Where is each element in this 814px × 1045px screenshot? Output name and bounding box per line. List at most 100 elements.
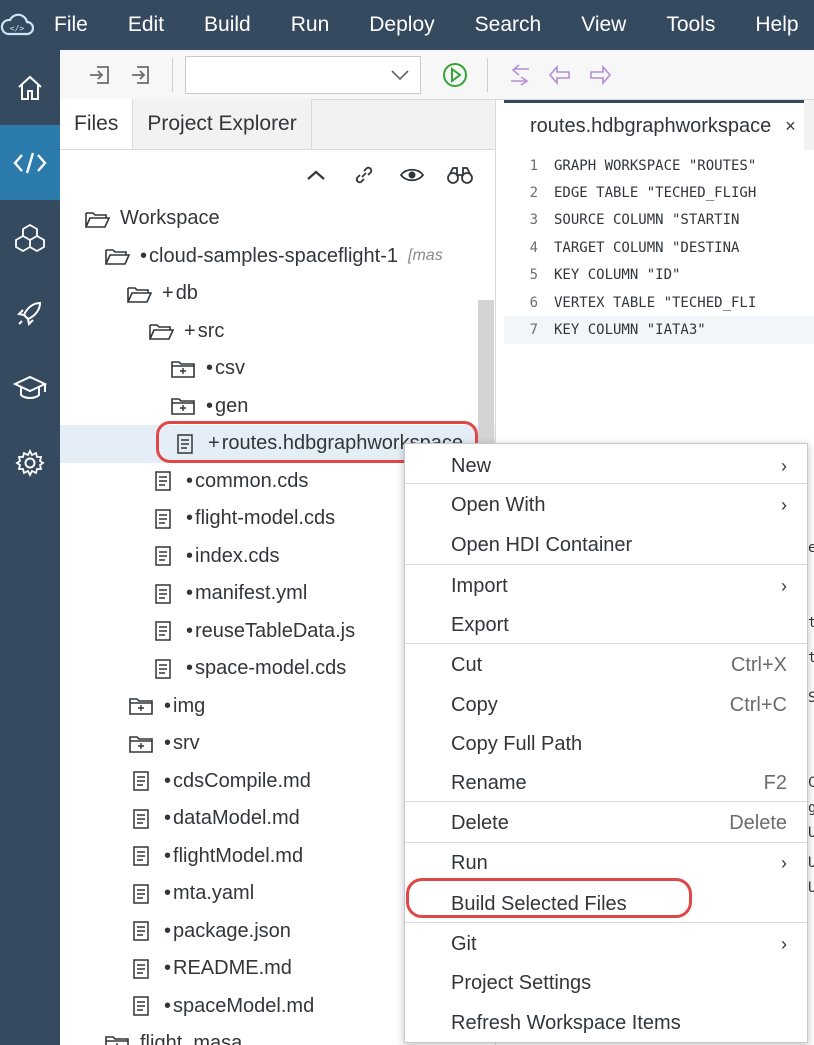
packages-icon[interactable] xyxy=(0,200,60,275)
menu-build[interactable]: Build xyxy=(184,0,271,50)
submenu-chevron-icon: › xyxy=(781,494,787,515)
line-number: 5 xyxy=(529,267,538,284)
tab-project-explorer[interactable]: Project Explorer xyxy=(133,99,312,149)
tree-item-label: flight_masa xyxy=(140,1032,243,1045)
git-status-marker: • xyxy=(164,732,172,755)
context-menu-item-git[interactable]: Git › xyxy=(405,924,807,964)
folder-closed-icon xyxy=(128,693,154,719)
context-menu-label: Refresh Workspace Items xyxy=(451,1011,681,1034)
tree-folder-item[interactable]: + src xyxy=(60,313,495,351)
navigate-forward-icon[interactable] xyxy=(580,55,620,95)
tree-item-label: cdsCompile.md xyxy=(173,769,311,792)
menu-help[interactable]: Help xyxy=(735,0,814,50)
git-status-marker: • xyxy=(164,694,172,717)
line-number: 3 xyxy=(529,212,538,229)
home-icon[interactable] xyxy=(0,50,60,125)
context-menu-label: Git xyxy=(451,932,477,955)
rocket-icon[interactable] xyxy=(0,275,60,350)
code-line: 4 TARGET COLUMN "DESTINA xyxy=(504,234,814,261)
learning-center-icon[interactable] xyxy=(0,350,60,425)
navigate-back-icon[interactable] xyxy=(540,55,580,95)
search-files-binoculars-icon[interactable] xyxy=(443,158,477,192)
git-status-marker: • xyxy=(186,507,194,530)
menu-view[interactable]: View xyxy=(561,0,646,50)
context-menu-item-new[interactable]: New › xyxy=(405,446,807,486)
folder-open-icon xyxy=(126,281,152,307)
editor-partial-text: g xyxy=(808,800,814,816)
menu-tools[interactable]: Tools xyxy=(646,0,735,50)
file-icon xyxy=(128,993,154,1019)
context-menu-item-project-settings[interactable]: Project Settings xyxy=(405,963,807,1003)
file-icon xyxy=(128,956,154,982)
git-status-marker: • xyxy=(164,807,172,830)
tree-folder-item[interactable]: • gen xyxy=(60,388,495,426)
menu-edit[interactable]: Edit xyxy=(108,0,184,50)
context-menu-item-rename[interactable]: Rename F2 xyxy=(405,763,807,803)
tree-folder-item[interactable]: • csv xyxy=(60,350,495,388)
git-status-marker: • xyxy=(164,769,172,792)
import-icon[interactable] xyxy=(80,55,120,95)
context-menu-item-import[interactable]: Import › xyxy=(405,566,807,606)
tree-item-label: common.cds xyxy=(195,469,309,492)
export-icon[interactable] xyxy=(120,55,160,95)
context-menu-item-refresh-workspace-items[interactable]: Refresh Workspace Items xyxy=(405,1003,807,1043)
context-menu-label: Open With xyxy=(451,493,546,516)
context-menu-item-export[interactable]: Export xyxy=(405,605,807,645)
line-number: 4 xyxy=(529,239,538,256)
menu-file[interactable]: File xyxy=(34,0,108,50)
line-number: 1 xyxy=(529,157,538,174)
menu-run[interactable]: Run xyxy=(271,0,350,50)
context-menu-label: Import xyxy=(451,574,508,597)
git-status-marker: • xyxy=(186,469,194,492)
cloud-code-logo-icon[interactable]: </> xyxy=(0,0,34,50)
context-menu-item-build-selected-files[interactable]: Build Selected Files xyxy=(405,884,807,924)
git-status-marker: + xyxy=(184,319,196,342)
editor-partial-text: t xyxy=(808,650,814,666)
run-configuration-select[interactable] xyxy=(185,55,421,94)
collapse-all-icon[interactable] xyxy=(299,158,333,192)
code-line: 5 KEY COLUMN "ID" xyxy=(504,262,814,289)
file-icon xyxy=(150,543,176,569)
folder-open-icon xyxy=(84,206,110,232)
context-menu-item-run[interactable]: Run › xyxy=(405,843,807,883)
toolbar-separator xyxy=(172,57,173,92)
tree-item-label: Workspace xyxy=(120,207,220,230)
close-tab-icon[interactable]: × xyxy=(785,116,796,137)
tree-folder-item[interactable]: Workspace xyxy=(60,200,495,238)
context-menu-item-cut[interactable]: Cut Ctrl+X xyxy=(405,645,807,685)
folder-closed-icon xyxy=(104,1031,130,1045)
tree-folder-item[interactable]: • cloud-samples-spaceflight-1 [mas xyxy=(60,238,495,276)
context-menu-label: Build Selected Files xyxy=(451,892,627,915)
git-status-marker: • xyxy=(186,544,194,567)
editor-partial-text: C xyxy=(808,775,814,791)
file-icon xyxy=(128,806,154,832)
context-menu-label: Project Settings xyxy=(451,971,592,994)
context-menu-item-copy-full-path[interactable]: Copy Full Path xyxy=(405,724,807,764)
line-number: 7 xyxy=(529,322,538,339)
git-status-marker: • xyxy=(206,357,214,380)
git-status-marker: • xyxy=(164,994,172,1017)
link-editor-icon[interactable] xyxy=(347,158,381,192)
show-hidden-files-icon[interactable] xyxy=(395,158,429,192)
editor-tab[interactable]: routes.hdbgraphworkspace × xyxy=(504,100,804,150)
menu-deploy[interactable]: Deploy xyxy=(349,0,454,50)
editor-tab-label: routes.hdbgraphworkspace xyxy=(530,115,772,137)
git-compare-icon[interactable] xyxy=(500,55,540,95)
tree-folder-item[interactable]: + db xyxy=(60,275,495,313)
menu-search[interactable]: Search xyxy=(455,0,562,50)
context-menu-item-open-with[interactable]: Open With › xyxy=(405,485,807,525)
file-icon xyxy=(150,618,176,644)
code-editor-icon[interactable] xyxy=(0,125,60,200)
file-icon xyxy=(150,506,176,532)
keyboard-shortcut: Ctrl+X xyxy=(730,653,787,676)
context-menu-item-open-hdi-container[interactable]: Open HDI Container xyxy=(405,525,807,565)
context-menu-item-copy[interactable]: Copy Ctrl+C xyxy=(405,685,807,725)
context-menu-item-delete[interactable]: Delete Delete xyxy=(405,803,807,843)
code-area[interactable]: 1 GRAPH WORKSPACE "ROUTES" 2 EDGE TABLE "TE… xyxy=(504,150,814,344)
settings-gear-icon[interactable] xyxy=(0,425,60,500)
tab-files[interactable]: Files xyxy=(60,99,134,149)
context-menu-label: Cut xyxy=(451,653,483,676)
git-status-marker: • xyxy=(164,882,172,905)
run-icon[interactable] xyxy=(435,55,475,95)
keyboard-shortcut: F2 xyxy=(763,771,787,794)
